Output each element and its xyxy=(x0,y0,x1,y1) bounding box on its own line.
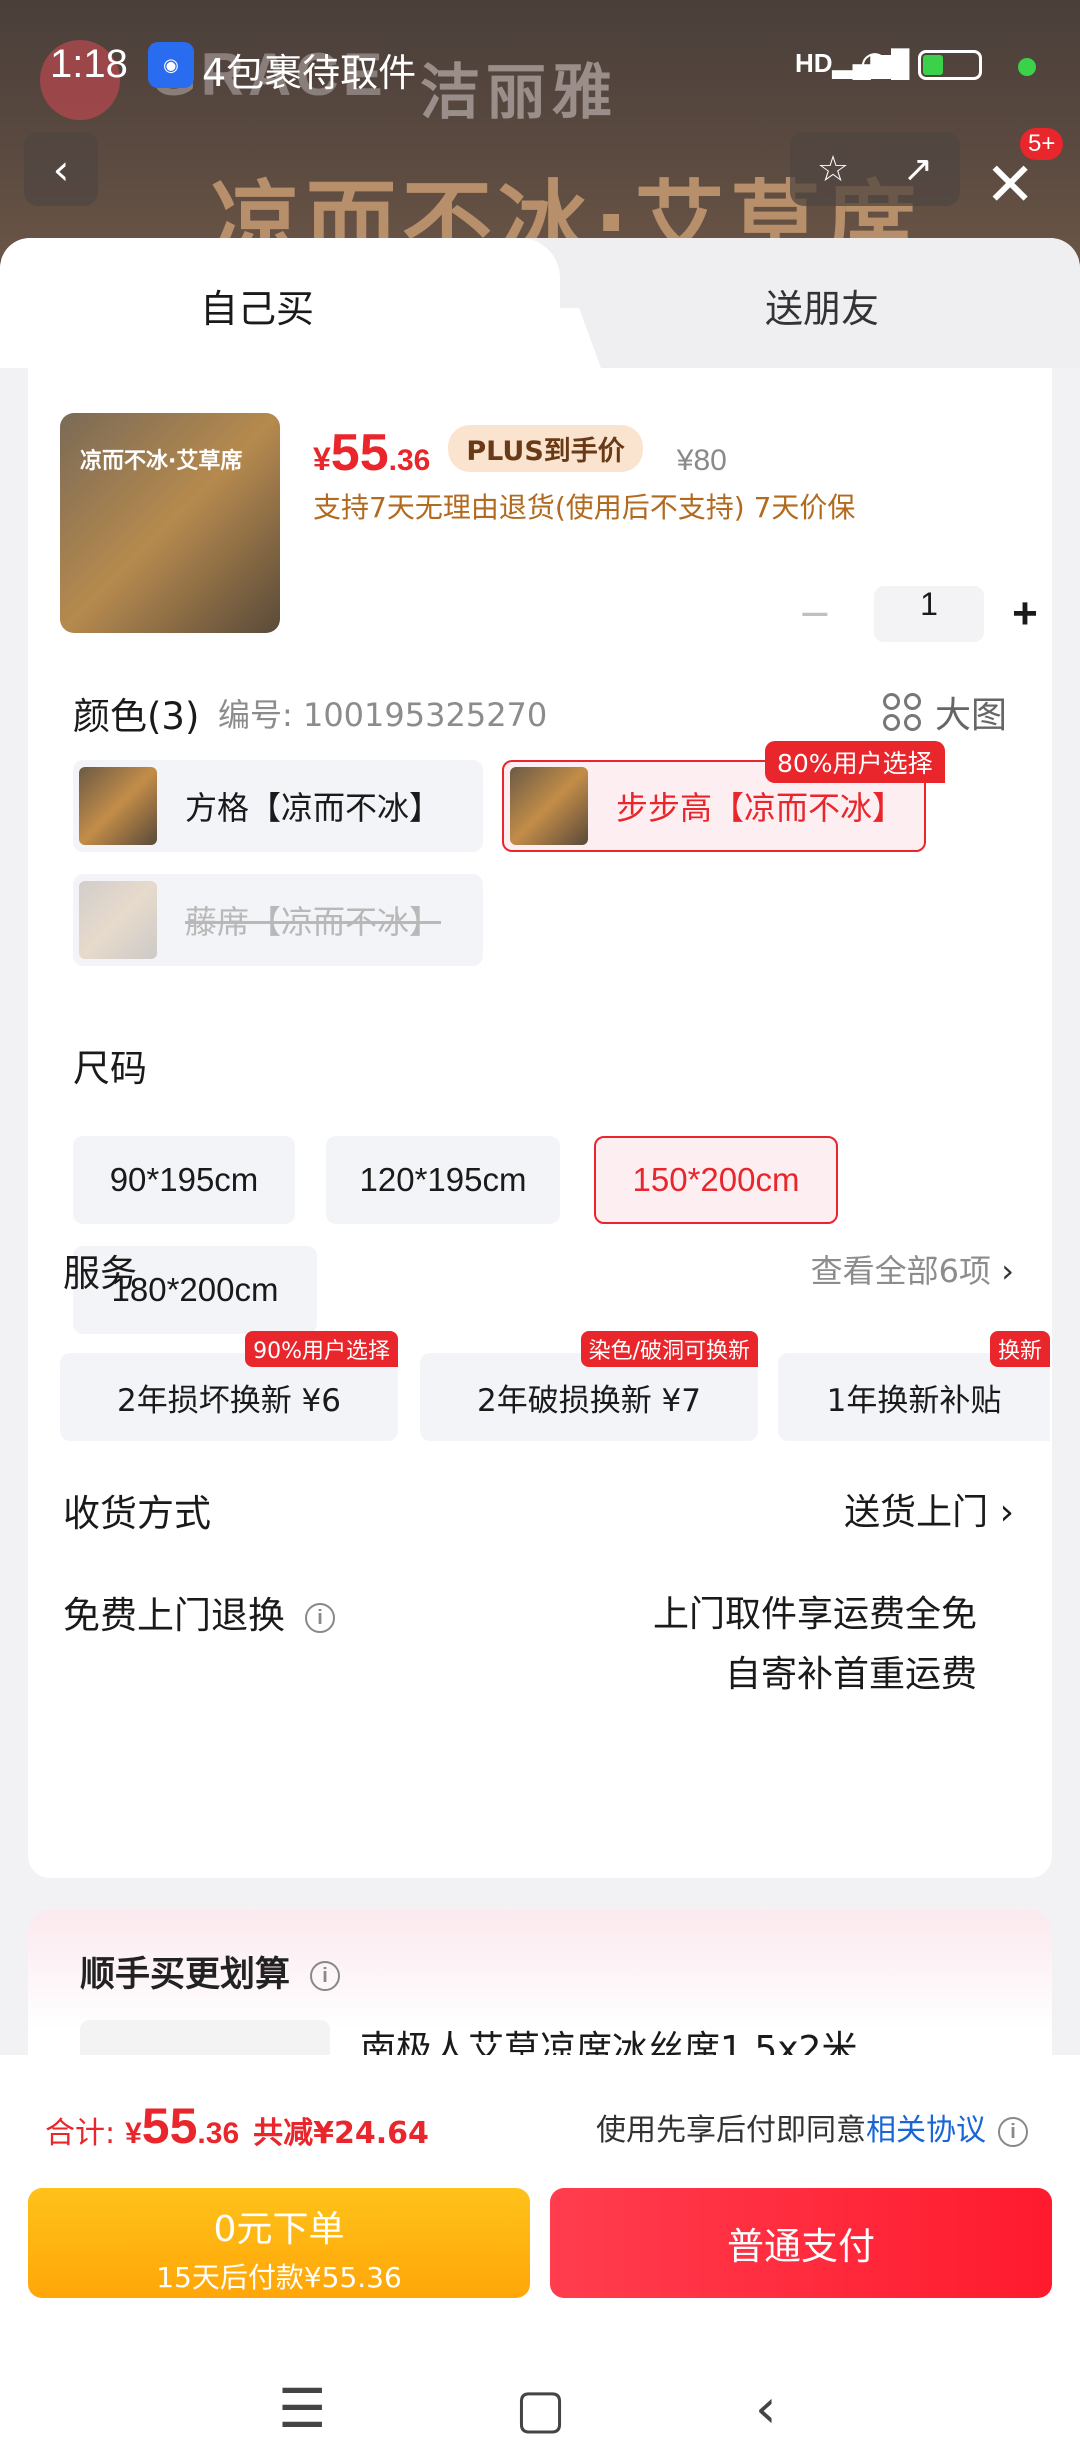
checkout-footer: 合计: ¥ 55 .36 共减¥24.64 使用先享后付即同意相关协议 i 0元下… xyxy=(0,2055,1080,2460)
color-thumbnail xyxy=(79,767,157,845)
color-option-tengxi[interactable]: 藤席【凉而不冰】 xyxy=(73,874,483,966)
app-notification-icon: ◉ xyxy=(148,42,194,88)
battery-icon xyxy=(918,50,982,80)
view-all-services-link[interactable]: 查看全部6项 › xyxy=(811,1246,1014,1292)
color-option-label: 步步高【凉而不冰】 xyxy=(616,789,905,827)
product-thumbnail[interactable]: 凉而不冰·艾草席 xyxy=(60,413,280,633)
total-yen: ¥ xyxy=(125,2117,142,2150)
price-integer: 55 xyxy=(330,424,389,482)
size-option-90x195[interactable]: 90*195cm xyxy=(73,1136,295,1224)
home-icon[interactable]: ▢ xyxy=(515,2377,566,2440)
original-price: ¥80 xyxy=(676,444,727,477)
status-bar: 1:18 ◉ 4包裹待取件 HD▂▄▆█ ◠ xyxy=(0,30,1080,110)
pay-later-label: 0元下单 xyxy=(213,2209,345,2250)
color-section-title: 颜色(3) xyxy=(73,695,200,738)
tab-friend-label: 送朋友 xyxy=(765,287,880,331)
wifi-icon: ◠ xyxy=(860,44,890,84)
info-icon[interactable]: i xyxy=(305,1602,335,1633)
tab-self[interactable]: 自己买 xyxy=(0,238,560,368)
service-tag: 换新 xyxy=(989,1331,1050,1367)
top-actions: ☆ ↗ xyxy=(790,132,960,206)
status-notification: 4包裹待取件 xyxy=(202,51,417,95)
decrease-button[interactable]: − xyxy=(798,591,858,637)
service-section-title: 服务 xyxy=(63,1252,137,1295)
total-label: 合计: xyxy=(45,2116,116,2151)
delivery-method-value: 送货上门 xyxy=(844,1492,989,1533)
service-option-damage[interactable]: 2年损坏换新 ¥6 90%用户选择 xyxy=(60,1331,398,1441)
tab-friend[interactable]: 送朋友 xyxy=(540,238,1080,368)
free-return-label: 免费上门退换 xyxy=(63,1594,285,1637)
size-option-150x200[interactable]: 150*200cm xyxy=(594,1136,838,1224)
service-option-subsidy[interactable]: 1年换新补贴 换新 xyxy=(778,1331,1050,1441)
back-button[interactable]: ‹ xyxy=(24,132,98,206)
service-option-breakage[interactable]: 2年破损换新 ¥7 染色/破洞可换新 xyxy=(420,1331,758,1441)
product-options-card: 凉而不冰·艾草席 ¥ 55 .36 PLUS到手价 ¥80 支持7天无理由退货(… xyxy=(28,368,1052,1878)
total-integer: 55 xyxy=(141,2098,198,2154)
size-option-120x195[interactable]: 120*195cm xyxy=(326,1136,560,1224)
service-label: 2年破损换新 ¥7 xyxy=(476,1382,702,1419)
view-all-label: 查看全部6项 xyxy=(810,1252,992,1290)
service-label: 2年损坏换新 ¥6 xyxy=(116,1382,342,1419)
price-decimal: .36 xyxy=(388,444,431,477)
free-return-detail: 上门取件享运费全免 自寄补首重运费 xyxy=(653,1585,977,1705)
plus-price-badge: PLUS到手价 xyxy=(448,425,643,472)
color-option-fangge[interactable]: 方格【凉而不冰】 xyxy=(73,760,483,852)
price-yen: ¥ xyxy=(313,441,331,477)
thumbnail-text: 凉而不冰·艾草席 xyxy=(80,449,243,474)
service-label: 1年换新补贴 xyxy=(826,1382,1002,1419)
favorite-icon[interactable]: ☆ xyxy=(817,149,849,190)
status-dot-icon xyxy=(1018,58,1036,76)
increase-button[interactable]: + xyxy=(1000,589,1050,639)
chevron-right-icon: › xyxy=(999,1492,1014,1533)
free-return-line1: 上门取件享运费全免 xyxy=(652,1594,977,1635)
big-picture-button[interactable]: 大图 xyxy=(882,686,1007,738)
tab-bar: 送朋友 自己买 xyxy=(0,238,1080,368)
chevron-left-icon: ‹ xyxy=(52,144,70,194)
color-option-label: 藤席【凉而不冰】 xyxy=(185,903,442,941)
price-row: ¥ 55 .36 PLUS到手价 ¥80 xyxy=(313,423,727,483)
quantity-stepper: − 1 + xyxy=(798,586,1050,642)
product-code: 编号: 100195325270 xyxy=(218,696,548,734)
info-icon[interactable]: i xyxy=(998,2116,1028,2147)
agreement-text: 使用先享后付即同意 xyxy=(596,2113,866,2148)
order-total: 合计: ¥ 55 .36 共减¥24.64 xyxy=(45,2097,429,2155)
color-thumbnail xyxy=(79,881,157,959)
close-icon[interactable]: ✕ xyxy=(985,150,1035,220)
return-policy: 支持7天无理由退货(使用后不支持) 7天价保 xyxy=(313,491,856,524)
tab-self-label: 自己买 xyxy=(200,287,315,331)
total-discount: 共减¥24.64 xyxy=(253,2116,429,2151)
service-tag: 90%用户选择 xyxy=(245,1331,398,1367)
status-time: 1:18 xyxy=(50,42,128,86)
free-return-line2: 自寄补首重运费 xyxy=(724,1654,977,1695)
color-option-label: 方格【凉而不冰】 xyxy=(185,789,442,827)
recommend-title: 顺手买更划算 i xyxy=(80,1946,341,1997)
color-thumbnail xyxy=(510,767,588,845)
recommend-title-label: 顺手买更划算 xyxy=(80,1955,291,1995)
delivery-method-title: 收货方式 xyxy=(63,1492,211,1535)
chevron-right-icon: › xyxy=(1001,1252,1014,1290)
normal-pay-button[interactable]: 普通支付 xyxy=(550,2188,1052,2298)
agreement-notice: 使用先享后付即同意相关协议 i xyxy=(596,2105,1028,2149)
size-section-title: 尺码 xyxy=(73,1047,147,1090)
share-icon[interactable]: ↗ xyxy=(903,149,933,190)
total-decimal: .36 xyxy=(197,2117,240,2150)
quantity-value[interactable]: 1 xyxy=(874,586,984,642)
grid-icon xyxy=(882,693,921,731)
delivery-method-selector[interactable]: 送货上门 › xyxy=(844,1483,1014,1535)
signal-icon: HD▂▄▆█ xyxy=(795,48,910,78)
free-return-title: 免费上门退换 i xyxy=(63,1585,335,1639)
service-tag: 染色/破洞可换新 xyxy=(580,1331,758,1367)
menu-icon[interactable]: ☰ xyxy=(278,2377,326,2440)
pay-later-sublabel: 15天后付款¥55.36 xyxy=(156,2261,402,2294)
agreement-link[interactable]: 相关协议 xyxy=(866,2113,986,2148)
back-nav-icon[interactable]: ‹ xyxy=(755,2377,777,2440)
info-icon[interactable]: i xyxy=(310,1961,341,1991)
pay-later-button[interactable]: 0元下单 15天后付款¥55.36 xyxy=(28,2188,530,2298)
big-picture-label: 大图 xyxy=(934,695,1007,736)
popular-choice-tag: 80%用户选择 xyxy=(765,741,945,783)
